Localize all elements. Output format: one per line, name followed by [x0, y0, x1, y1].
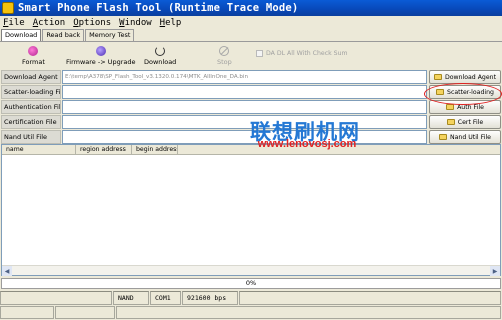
- menu-options-label: ptions: [78, 17, 112, 28]
- status-bar: NAND COM1 921600 bps: [0, 291, 502, 305]
- format-icon: [28, 46, 39, 56]
- cert-file-button-label: Cert File: [457, 118, 484, 126]
- download-label: Download: [144, 58, 177, 66]
- download-agent-row: Download Agent E:\temp\A378\SP_Flash_Too…: [0, 70, 502, 85]
- tab-strip: Download Read back Memory Test: [1, 29, 135, 42]
- auth-label: Authentication File: [1, 100, 61, 114]
- toolbar: Format Firmware -> Upgrade Download Stop: [0, 43, 502, 69]
- cert-label: Certification File: [1, 115, 61, 129]
- status-port: COM1: [150, 291, 181, 305]
- stop-button[interactable]: Stop: [217, 43, 232, 69]
- download-agent-button[interactable]: Download Agent: [429, 70, 501, 84]
- menu-options[interactable]: Options: [73, 18, 111, 28]
- nand-util-button-label: Nand Util File: [450, 133, 491, 141]
- folder-icon: [433, 74, 442, 80]
- tab-panel-divider: [0, 41, 502, 42]
- checksum-option[interactable]: DA DL All With Check Sum: [256, 50, 348, 57]
- partition-list[interactable]: name region address begin address ◀ ▶: [1, 144, 501, 276]
- status2-cell-2: [55, 306, 115, 319]
- menu-window[interactable]: Window: [119, 18, 152, 28]
- window-title: Smart Phone Flash Tool (Runtime Trace Mo…: [18, 2, 299, 14]
- download-agent-button-label: Download Agent: [444, 73, 497, 81]
- download-agent-field[interactable]: E:\temp\A378\SP_Flash_Tool_v3.1320.0.174…: [62, 70, 427, 84]
- firmware-upgrade-label: Firmware -> Upgrade: [66, 58, 136, 66]
- download-agent-label: Download Agent: [1, 70, 61, 84]
- folder-icon: [439, 134, 448, 140]
- download-icon: [155, 46, 166, 56]
- menu-help[interactable]: Help: [160, 18, 182, 28]
- menu-file-label: ile: [8, 17, 25, 28]
- upgrade-icon: [95, 46, 106, 56]
- title-bar: Smart Phone Flash Tool (Runtime Trace Mo…: [0, 0, 502, 16]
- stop-label: Stop: [217, 58, 232, 66]
- auth-field[interactable]: [62, 100, 427, 114]
- menu-action-label: ction: [38, 17, 66, 28]
- tab-read-back[interactable]: Read back: [42, 29, 85, 41]
- watermark-url: www.lenovosj.com: [257, 138, 357, 150]
- column-begin-address[interactable]: begin address: [132, 145, 178, 154]
- folder-icon: [446, 104, 455, 110]
- annotation-ellipse: [424, 83, 502, 105]
- scatter-label: Scatter-loading File: [1, 85, 61, 99]
- stop-icon: [219, 46, 230, 56]
- status-storage: NAND: [113, 291, 149, 305]
- progress-bar: 0%: [1, 278, 501, 289]
- progress-percent: 0%: [245, 279, 257, 287]
- status-baud: 921600 bps: [182, 291, 238, 305]
- scroll-right-icon[interactable]: ▶: [490, 266, 500, 276]
- nand-label: Nand Util File: [1, 130, 61, 144]
- auth-row: Authentication File Auth File: [0, 100, 502, 115]
- checksum-checkbox[interactable]: [256, 50, 263, 57]
- status2-cell-1: [0, 306, 54, 319]
- folder-icon: [446, 119, 455, 125]
- status-cell-empty-2: [239, 291, 501, 305]
- download-button[interactable]: Download: [144, 43, 176, 69]
- nand-util-button[interactable]: Nand Util File: [429, 130, 501, 144]
- scatter-field[interactable]: [62, 85, 427, 99]
- menu-bar: File Action Options Window Help: [0, 16, 502, 29]
- column-region-address[interactable]: region address: [76, 145, 132, 154]
- cert-file-button[interactable]: Cert File: [429, 115, 501, 129]
- menu-file[interactable]: File: [3, 18, 25, 28]
- column-name[interactable]: name: [2, 145, 76, 154]
- horizontal-scrollbar[interactable]: ◀ ▶: [2, 265, 500, 276]
- status2-cell-3: [116, 306, 501, 319]
- menu-action[interactable]: Action: [33, 18, 66, 28]
- menu-help-label: elp: [165, 17, 182, 28]
- format-label: Format: [22, 58, 45, 66]
- format-button[interactable]: Format: [22, 43, 45, 69]
- checksum-label: DA DL All With Check Sum: [266, 50, 348, 57]
- app-icon: [2, 2, 14, 14]
- scroll-left-icon[interactable]: ◀: [2, 266, 12, 276]
- menu-window-label: indow: [124, 17, 152, 28]
- tab-memory-test[interactable]: Memory Test: [85, 29, 135, 41]
- firmware-upgrade-button[interactable]: Firmware -> Upgrade: [66, 43, 136, 69]
- status-cell-empty-1: [0, 291, 112, 305]
- status-bar-secondary: [0, 306, 502, 320]
